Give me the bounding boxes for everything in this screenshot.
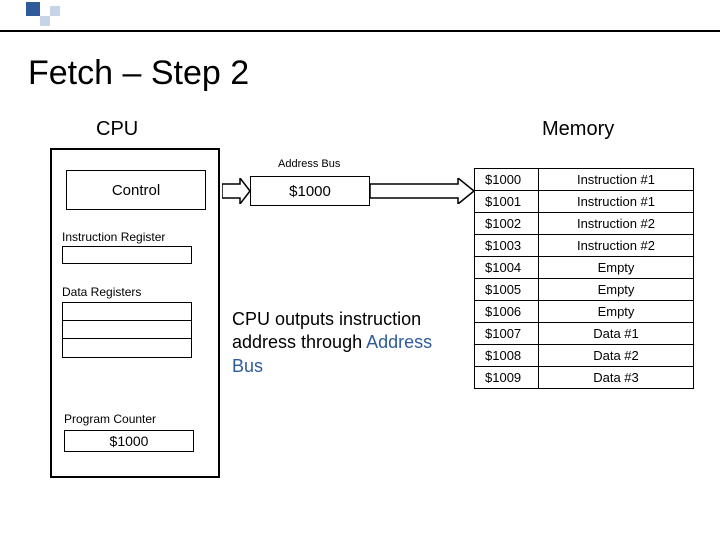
memory-cell-val: Empty (539, 279, 694, 301)
memory-cell-addr: $1005 (475, 279, 539, 301)
memory-cell-addr: $1007 (475, 323, 539, 345)
page-title: Fetch – Step 2 (28, 54, 249, 93)
data-register-row (63, 303, 191, 321)
memory-cell-val: Data #2 (539, 345, 694, 367)
memory-cell-addr: $1001 (475, 191, 539, 213)
memory-cell-val: Instruction #1 (539, 191, 694, 213)
memory-row: $1003Instruction #2 (475, 235, 694, 257)
memory-row: $1002Instruction #2 (475, 213, 694, 235)
address-bus-label: Address Bus (278, 158, 340, 170)
memory-cell-addr: $1004 (475, 257, 539, 279)
memory-row: $1000Instruction #1 (475, 169, 694, 191)
cpu-box: Control Instruction Register Data Regist… (50, 148, 220, 478)
memory-row: $1001Instruction #1 (475, 191, 694, 213)
memory-row: $1006Empty (475, 301, 694, 323)
data-register-row (63, 339, 191, 357)
data-registers (62, 302, 192, 358)
memory-cell-addr: $1002 (475, 213, 539, 235)
data-registers-label: Data Registers (62, 285, 141, 299)
memory-cell-val: Data #3 (539, 367, 694, 389)
memory-row: $1008Data #2 (475, 345, 694, 367)
address-bus-value: $1000 (250, 176, 370, 206)
memory-row: $1004Empty (475, 257, 694, 279)
instruction-register (62, 246, 192, 264)
memory-cell-addr: $1003 (475, 235, 539, 257)
program-counter-label: Program Counter (64, 412, 156, 426)
memory-cell-addr: $1008 (475, 345, 539, 367)
memory-cell-val: Instruction #2 (539, 235, 694, 257)
arrow-icon (222, 178, 250, 204)
memory-cell-addr: $1009 (475, 367, 539, 389)
cpu-heading: CPU (96, 118, 138, 141)
decorative-accent (0, 0, 720, 28)
memory-cell-addr: $1006 (475, 301, 539, 323)
memory-cell-val: Instruction #1 (539, 169, 694, 191)
step-caption: CPU outputs instruction address through … (232, 308, 452, 378)
memory-cell-val: Instruction #2 (539, 213, 694, 235)
memory-row: $1007Data #1 (475, 323, 694, 345)
memory-cell-val: Data #1 (539, 323, 694, 345)
memory-cell-val: Empty (539, 257, 694, 279)
memory-table: $1000Instruction #1 $1001Instruction #1 … (474, 168, 694, 389)
memory-cell-val: Empty (539, 301, 694, 323)
memory-cell-addr: $1000 (475, 169, 539, 191)
arrow-icon (370, 178, 474, 204)
program-counter: $1000 (64, 430, 194, 452)
memory-heading: Memory (542, 118, 614, 141)
instruction-register-label: Instruction Register (62, 230, 165, 244)
memory-row: $1005Empty (475, 279, 694, 301)
data-register-row (63, 321, 191, 339)
control-unit: Control (66, 170, 206, 210)
memory-row: $1009Data #3 (475, 367, 694, 389)
